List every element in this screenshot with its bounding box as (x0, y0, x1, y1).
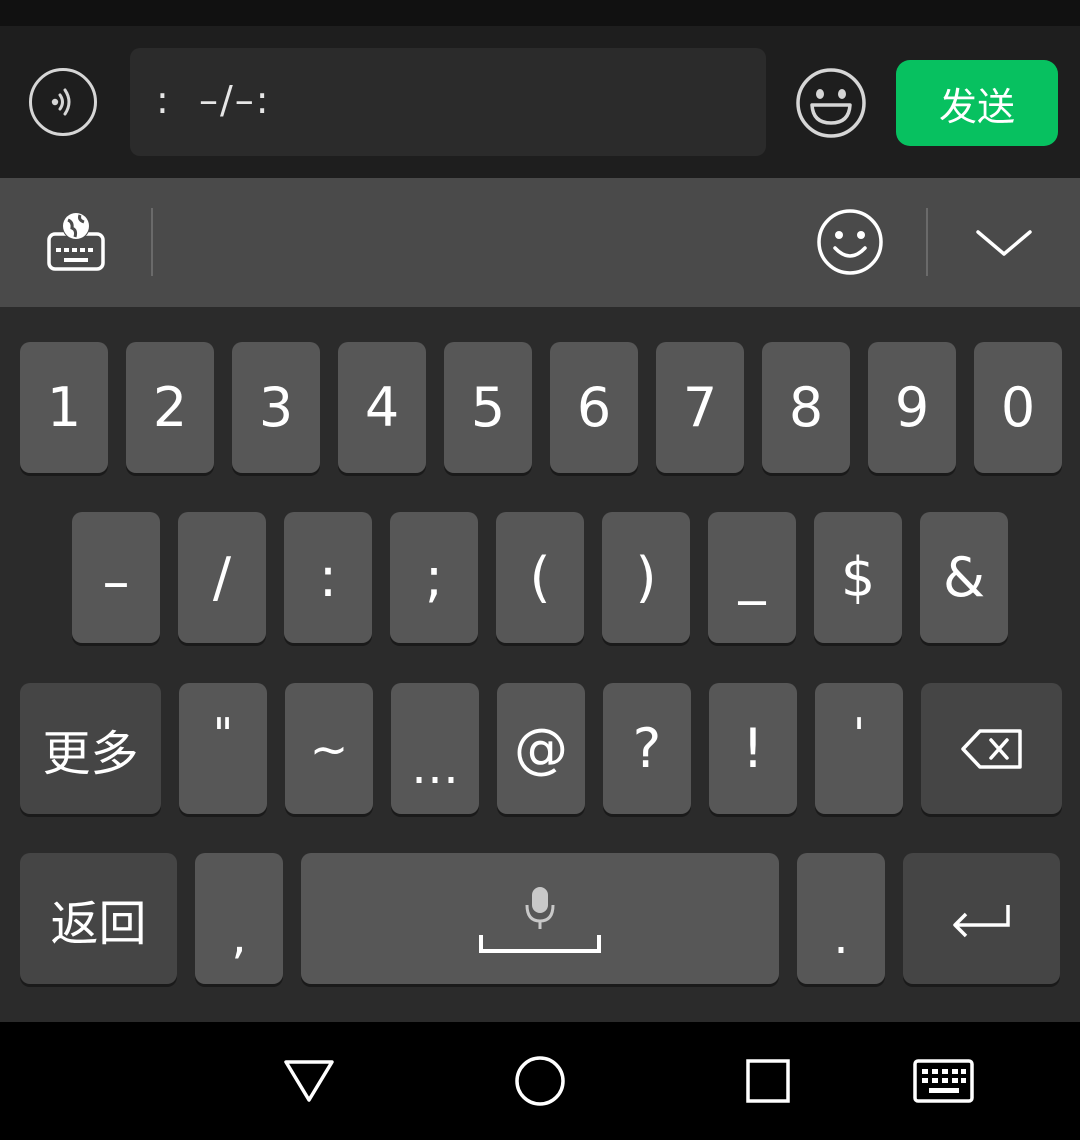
key-label: – (102, 550, 130, 613)
space-key[interactable] (301, 853, 779, 984)
key-label: & (942, 546, 986, 609)
key-label: ! (742, 717, 764, 780)
key-2[interactable]: 2 (126, 342, 214, 473)
send-button[interactable]: 发送 (896, 60, 1058, 146)
key-5[interactable]: 5 (444, 342, 532, 473)
key-dash[interactable]: – (72, 512, 160, 643)
key-ampersand[interactable]: & (920, 512, 1008, 643)
key-label: … (411, 738, 459, 795)
key-semicolon[interactable]: ; (390, 512, 478, 643)
key-underscore[interactable]: _ (708, 512, 796, 643)
key-1[interactable]: 1 (20, 342, 108, 473)
keyboard-toggle-icon[interactable] (912, 1058, 976, 1108)
key-double-quote[interactable]: " (179, 683, 267, 814)
key-label: @ (514, 717, 568, 780)
recents-square-icon[interactable] (745, 1058, 793, 1108)
key-label: 6 (576, 376, 612, 439)
chat-input-bar: : –/–: 发送 (0, 26, 1080, 178)
home-circle-icon[interactable] (513, 1054, 567, 1112)
key-3[interactable]: 3 (232, 342, 320, 473)
key-label: 返回 (50, 895, 147, 952)
key-label: 更多 (42, 725, 139, 782)
key-label: ' (852, 709, 866, 760)
backspace-icon (960, 728, 1022, 769)
keyboard-toolbar (0, 178, 1080, 307)
key-label: 7 (682, 376, 718, 439)
key-period[interactable]: . (797, 853, 885, 984)
key-apostrophe[interactable]: ' (815, 683, 903, 814)
backspace-key[interactable] (921, 683, 1062, 814)
key-label: 3 (258, 376, 294, 439)
toolbar-divider (151, 208, 153, 276)
key-ellipsis[interactable]: … (391, 683, 479, 814)
key-dollar[interactable]: $ (814, 512, 902, 643)
more-symbols-key[interactable]: 更多 (20, 683, 161, 814)
key-label: " (212, 709, 234, 760)
key-comma[interactable]: , (195, 853, 283, 984)
key-slash[interactable]: / (178, 512, 266, 643)
enter-icon (952, 904, 1010, 937)
key-label: 4 (364, 376, 400, 439)
status-strip (0, 0, 1080, 26)
key-label: 5 (470, 376, 506, 439)
key-label: ) (635, 546, 657, 609)
key-label: ; (424, 546, 444, 609)
key-close-paren[interactable]: ) (602, 512, 690, 643)
key-colon[interactable]: : (284, 512, 372, 643)
key-label: _ (738, 542, 766, 605)
emoji-grin-icon[interactable] (795, 67, 867, 139)
smile-icon[interactable] (816, 208, 884, 276)
symbol-keyboard: 1 2 3 4 5 6 7 8 9 0 – / : ; ( ) _ $ & 更多… (0, 307, 1080, 1022)
key-open-paren[interactable]: ( (496, 512, 584, 643)
back-key[interactable]: 返回 (20, 853, 177, 984)
system-nav-bar (0, 1022, 1080, 1140)
back-triangle-icon[interactable] (282, 1056, 336, 1108)
enter-key[interactable] (903, 853, 1060, 984)
key-label: / (212, 546, 232, 609)
key-label: . (833, 908, 849, 965)
key-label: 9 (894, 376, 930, 439)
microphone-icon (479, 886, 601, 953)
key-label: 1 (46, 376, 82, 439)
key-tilde[interactable]: ~ (285, 683, 373, 814)
key-label: 2 (152, 376, 188, 439)
message-input[interactable]: : –/–: (130, 48, 766, 156)
key-9[interactable]: 9 (868, 342, 956, 473)
key-at[interactable]: @ (497, 683, 585, 814)
key-label: ( (529, 546, 551, 609)
key-0[interactable]: 0 (974, 342, 1062, 473)
message-input-value: : –/–: (156, 78, 271, 122)
toolbar-divider (926, 208, 928, 276)
key-8[interactable]: 8 (762, 342, 850, 473)
key-label: ~ (309, 721, 349, 776)
chevron-down-icon[interactable] (972, 218, 1036, 266)
voice-mode-icon[interactable] (29, 68, 97, 136)
keyboard-language-icon[interactable] (44, 208, 108, 274)
key-label: ? (632, 717, 662, 780)
key-question[interactable]: ? (603, 683, 691, 814)
key-label: 0 (1000, 376, 1036, 439)
key-label: : (318, 546, 338, 609)
key-label: $ (840, 546, 876, 609)
key-6[interactable]: 6 (550, 342, 638, 473)
key-label: 8 (788, 376, 824, 439)
key-7[interactable]: 7 (656, 342, 744, 473)
key-exclamation[interactable]: ! (709, 683, 797, 814)
key-4[interactable]: 4 (338, 342, 426, 473)
key-label: , (231, 908, 247, 965)
